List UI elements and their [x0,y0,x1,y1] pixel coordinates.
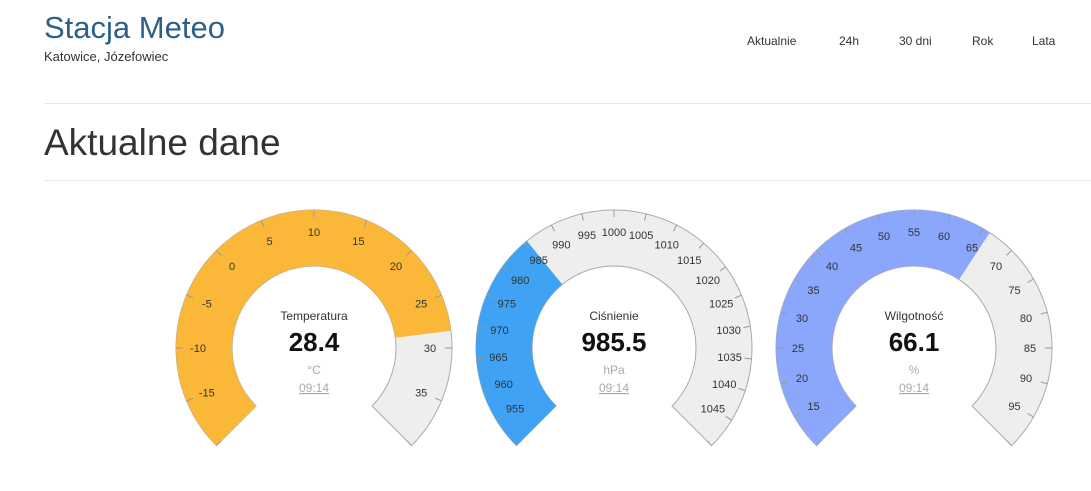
gauge-tick-label: 970 [490,325,508,337]
gauge-time: 09:14 [899,381,929,395]
gauge-tick-label: 1035 [717,352,741,364]
gauge-tick-label: -5 [202,299,212,311]
gauge-tick-mark [744,357,752,360]
gauge-tick-label: 45 [850,243,862,255]
gauge-tick-label: 10 [308,227,320,239]
gauge-tick-label: 1020 [696,275,720,287]
gauge-tick-label: 90 [1020,373,1032,385]
gauge-tick-label: 70 [990,261,1002,273]
gauge-tick-label: 65 [966,243,978,255]
gauge-tick-label: -15 [199,387,215,399]
gauge-tick-label: 1040 [712,379,736,391]
gauge-tick-label: 1015 [677,255,701,267]
gauge-tick-label: 25 [792,343,804,355]
gauge-tick-label: 35 [807,285,819,297]
gauge-tick-label: 30 [424,343,436,355]
gauge-tick-label: 60 [938,231,950,243]
gauge-tick-label: 980 [511,275,529,287]
gauge-tick-label: 95 [1008,401,1020,413]
gauge-tick-mark [476,357,484,360]
gauge-tick-label: 995 [578,230,596,242]
gauge-humidity: 15 20 25 30 35 40 45 50 55 60 65 70 75 80 85 90 95 Wilgo… [775,209,1053,447]
gauge-tick-label: 1045 [701,404,725,416]
gauge-unit: % [909,363,920,377]
gauge-unit: °C [307,363,321,377]
gauge-tick-label: -10 [190,343,206,355]
gauge-tick-label: 1005 [629,230,653,242]
gauge-tick-label: 30 [796,313,808,325]
gauge-tick-label: 0 [229,261,235,273]
gauge-tick-label: 20 [796,373,808,385]
gauge-tick-label: 50 [878,231,890,243]
gauge-unit: hPa [603,363,625,377]
gauge-tick-label: 965 [489,352,507,364]
gauge-value: 985.5 [581,327,646,357]
gauge-tick-label: 20 [390,261,402,273]
gauge-tick-label: 975 [498,299,516,311]
gauge-tick-label: 85 [1024,343,1036,355]
gauge-tick-label: 15 [352,236,364,248]
gauge-label: Ciśnienie [589,309,639,323]
gauge-tick-label: 985 [530,255,548,267]
gauge-value: 28.4 [289,327,340,357]
gauge-tick-label: 25 [415,299,427,311]
gauge-tick-label: 1025 [709,299,733,311]
gauge-tick-label: 960 [495,379,513,391]
gauge-tick-label: 1030 [716,325,740,337]
gauge-tick-label: 955 [506,404,524,416]
gauge-tick-label: 5 [267,236,273,248]
gauge-temperature: -15-10-505101520253035 Temperatura 28.4 … [175,209,453,447]
gauge-tick-label: 80 [1020,313,1032,325]
gauge-tick-label: 75 [1008,285,1020,297]
gauge-tick-label: 1000 [602,227,626,239]
gauge-time: 09:14 [299,381,329,395]
gauge-tick-label: 35 [415,387,427,399]
gauge-tick-label: 15 [807,401,819,413]
gauge-label: Temperatura [280,309,348,323]
gauges-panel: -15-10-505101520253035 Temperatura 28.4 … [175,209,1053,447]
gauge-tick-label: 1010 [654,240,678,252]
gauge-time: 09:14 [599,381,629,395]
gauge-tick-label: 990 [552,240,570,252]
gauge-pressure: 955 960 965 970 975 980985 990 995 1000 10051010 1… [475,209,753,447]
gauge-tick-label: 40 [826,261,838,273]
gauge-label: Wilgotność [885,309,944,323]
gauge-tick-label: 55 [908,227,920,239]
gauge-value: 66.1 [889,327,940,357]
